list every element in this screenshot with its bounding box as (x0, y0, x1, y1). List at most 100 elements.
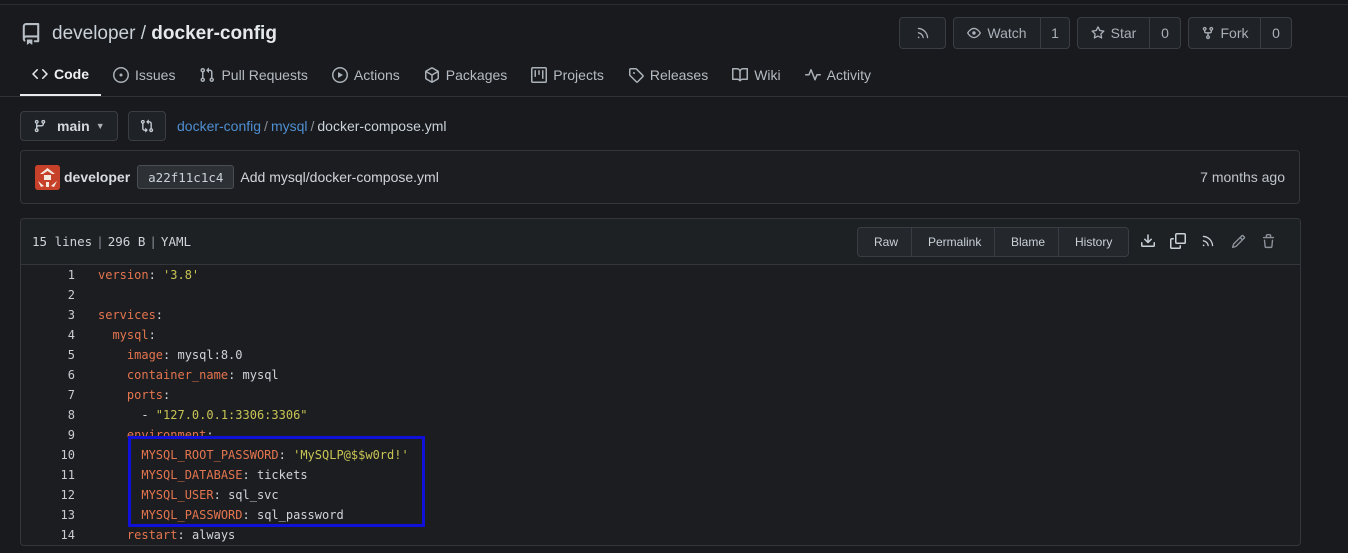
watch-count[interactable]: 1 (1041, 17, 1070, 49)
repo-header: developer / docker-config (20, 18, 277, 50)
raw-button[interactable]: Raw (857, 227, 912, 257)
line-number[interactable]: 7 (21, 388, 75, 402)
fork-button[interactable]: Fork (1188, 17, 1261, 49)
yaml-key: environment (126, 428, 207, 442)
tab-pull-requests[interactable]: Pull Requests (187, 60, 319, 90)
rss-button[interactable] (899, 17, 946, 49)
avatar[interactable] (35, 164, 60, 190)
yaml-value: "127.0.0.1:3306:3306" (155, 408, 308, 422)
breadcrumb: docker-config / mysql / docker-compose.yml (177, 118, 447, 134)
permalink-button[interactable]: Permalink (912, 227, 995, 257)
project-icon (531, 67, 548, 83)
tab-actions[interactable]: Actions (320, 60, 412, 90)
code-line: 9 environment: (21, 425, 1300, 445)
play-icon (331, 67, 348, 83)
pencil-icon (1231, 234, 1245, 248)
repo-name-link[interactable]: docker-config (151, 23, 277, 44)
rss-icon (1202, 235, 1214, 247)
history-button[interactable]: History (1059, 227, 1129, 257)
yaml-value: mysql (242, 368, 279, 382)
commit-author[interactable]: developer (64, 169, 130, 185)
line-number[interactable]: 2 (21, 288, 75, 302)
line-number[interactable]: 13 (21, 508, 75, 522)
watch-label: Watch (987, 25, 1027, 41)
book-icon (732, 67, 749, 82)
watch-button[interactable]: Watch (953, 17, 1041, 49)
yaml-value: 'MySQLP@$$w0rd!' (293, 448, 409, 462)
line-number[interactable]: 12 (21, 488, 75, 502)
line-number[interactable]: 14 (21, 528, 75, 542)
tab-label: Activity (826, 67, 871, 83)
commit-sha[interactable]: a22f11c1c4 (137, 165, 235, 189)
yaml-key: container_name (126, 368, 229, 382)
yaml-value: mysql:8.0 (177, 348, 243, 362)
commit-message[interactable]: Add mysql/docker-compose.yml (240, 169, 438, 185)
edit-button[interactable] (1229, 232, 1247, 250)
tab-issues[interactable]: Issues (101, 60, 187, 90)
download-icon (1141, 234, 1155, 247)
code-line: 7 ports: (21, 385, 1300, 405)
tab-label: Code (54, 66, 89, 82)
trash-icon (1262, 233, 1274, 248)
yaml-key: MYSQL_PASSWORD (141, 508, 243, 522)
line-source: MYSQL_DATABASE: tickets (75, 468, 308, 482)
code-line: 11 MYSQL_DATABASE: tickets (21, 465, 1300, 485)
tab-projects[interactable]: Projects (519, 60, 616, 90)
compare-button[interactable] (128, 111, 166, 141)
tab-releases[interactable]: Releases (616, 60, 720, 90)
yaml-sep: : (163, 348, 178, 362)
line-number[interactable]: 3 (21, 308, 75, 322)
yaml-sep: : (278, 448, 294, 462)
yaml-sep: : (228, 368, 243, 382)
line-number[interactable]: 8 (21, 408, 75, 422)
star-button[interactable]: Star (1077, 17, 1150, 49)
yaml-key: mysql (112, 328, 149, 342)
pull-request-icon (200, 67, 215, 83)
delete-button[interactable] (1259, 232, 1277, 250)
tab-label: Releases (649, 67, 709, 83)
code-line: 12 MYSQL_USER: sql_svc (21, 485, 1300, 505)
tab-label: Packages (445, 67, 508, 83)
line-number[interactable]: 1 (21, 268, 75, 282)
yaml-key: ports (126, 388, 164, 402)
line-source: version: '3.8' (75, 268, 199, 282)
tab-packages[interactable]: Packages (412, 60, 519, 90)
breadcrumb-folder-link[interactable]: mysql (271, 118, 308, 134)
yaml-sep: : (206, 428, 214, 442)
breadcrumb-root-link[interactable]: docker-config (177, 118, 261, 134)
tag-icon (628, 68, 644, 83)
yaml-value: tickets (256, 468, 308, 482)
blame-button[interactable]: Blame (995, 227, 1059, 257)
tab-wiki[interactable]: Wiki (720, 60, 792, 90)
divider: | (96, 234, 104, 249)
repo-owner-link[interactable]: developer (52, 23, 135, 44)
eye-icon (967, 27, 982, 39)
repo-action-buttons: Watch 1 Star 0 Fork 0 (899, 17, 1292, 49)
line-number[interactable]: 11 (21, 468, 75, 482)
line-number[interactable]: 4 (21, 328, 75, 342)
file-header: 15 lines | 296 B | YAML Raw Permalink Blame … (21, 219, 1300, 265)
yaml-sep: : (242, 468, 257, 482)
file-rss-button[interactable] (1199, 232, 1217, 250)
copy-button[interactable] (1169, 232, 1187, 250)
file-language: YAML (160, 234, 192, 249)
yaml-sep: : (148, 268, 164, 282)
download-button[interactable] (1139, 232, 1157, 250)
star-count[interactable]: 0 (1150, 17, 1181, 49)
code-line: 5 image: mysql:8.0 (21, 345, 1300, 365)
tabs-divider (0, 96, 1348, 97)
tab-activity[interactable]: Activity (793, 60, 883, 90)
file-line-count: 15 lines (32, 234, 93, 249)
line-number[interactable]: 6 (21, 368, 75, 382)
branch-selector[interactable]: main ▼ (20, 111, 118, 141)
fork-count[interactable]: 0 (1261, 17, 1292, 49)
line-number[interactable]: 10 (21, 448, 75, 462)
line-number[interactable]: 5 (21, 348, 75, 362)
line-source: environment: (75, 428, 214, 442)
package-icon (424, 67, 439, 83)
line-source: mysql: (75, 328, 155, 342)
tab-code[interactable]: Code (20, 60, 101, 96)
line-number[interactable]: 9 (21, 428, 75, 442)
